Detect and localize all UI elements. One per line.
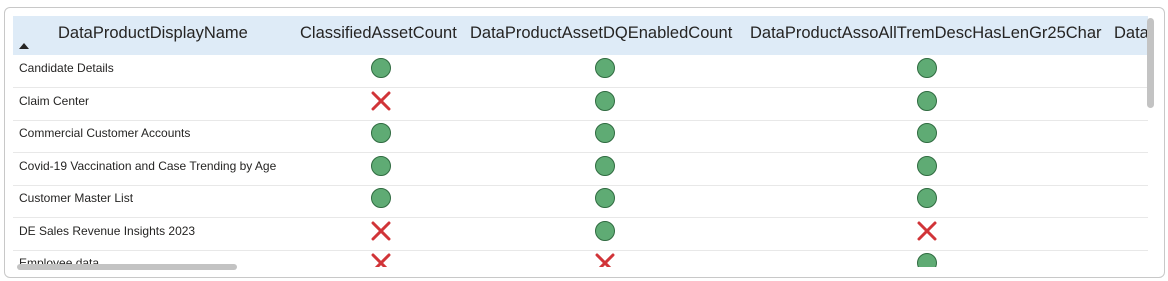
horizontal-scrollbar[interactable] xyxy=(17,264,237,270)
green-circle-icon xyxy=(595,220,615,241)
row-label: Covid-19 Vaccination and Case Trending b… xyxy=(19,158,277,173)
column-header-data[interactable]: Data xyxy=(1114,16,1149,55)
column-header-dataproductdisplayname[interactable]: DataProductDisplayName xyxy=(58,16,248,55)
table-row[interactable]: Covid-19 Vaccination and Case Trending b… xyxy=(13,153,1148,186)
status-cell xyxy=(369,218,395,250)
red-x-icon xyxy=(371,253,391,267)
green-circle-icon xyxy=(595,123,615,143)
green-circle-icon xyxy=(917,188,937,208)
status-cell xyxy=(369,55,395,87)
green-circle-icon xyxy=(917,90,937,111)
status-cell xyxy=(369,153,395,185)
green-circle-icon xyxy=(595,155,615,176)
status-cell xyxy=(369,185,395,217)
status-cell xyxy=(915,185,941,217)
table-header: DataProductDisplayName ClassifiedAssetCo… xyxy=(13,16,1149,55)
table-row[interactable]: DE Sales Revenue Insights 2023 xyxy=(13,218,1148,251)
status-cell xyxy=(369,88,395,120)
status-cell xyxy=(593,120,619,152)
red-x-icon xyxy=(595,253,615,267)
row-label: Candidate Details xyxy=(19,61,114,75)
status-cell xyxy=(593,250,619,267)
table-row[interactable]: Claim Center xyxy=(13,88,1148,121)
green-circle-icon xyxy=(917,123,937,143)
green-circle-icon xyxy=(371,188,391,208)
vertical-scrollbar[interactable] xyxy=(1147,18,1154,108)
green-circle-icon xyxy=(371,58,391,78)
status-cell xyxy=(369,250,395,267)
row-label: Commercial Customer Accounts xyxy=(19,126,191,140)
status-cell xyxy=(593,55,619,87)
status-cell xyxy=(593,218,619,250)
green-circle-icon xyxy=(371,123,391,143)
table-visual: DataProductDisplayName ClassifiedAssetCo… xyxy=(4,7,1165,278)
status-cell xyxy=(593,185,619,217)
row-label: Claim Center xyxy=(19,93,90,108)
table-row[interactable]: Commercial Customer Accounts xyxy=(13,120,1148,153)
status-cell xyxy=(369,120,395,152)
status-cell xyxy=(915,120,941,152)
red-x-icon xyxy=(917,221,937,240)
row-label: Customer Master List xyxy=(19,191,134,205)
green-circle-icon xyxy=(917,58,937,78)
table-body: Candidate Details Claim Center Commercial … xyxy=(13,55,1148,267)
green-circle-icon xyxy=(595,90,615,111)
table-row[interactable]: Customer Master List xyxy=(13,185,1148,218)
sort-ascending-icon[interactable] xyxy=(19,43,29,49)
table-row[interactable]: Candidate Details xyxy=(13,55,1148,88)
green-circle-icon xyxy=(595,188,615,208)
column-header-classifiedassetcount[interactable]: ClassifiedAssetCount xyxy=(300,16,457,55)
status-cell xyxy=(915,218,941,250)
status-cell xyxy=(593,153,619,185)
red-x-icon xyxy=(371,91,391,110)
row-label: DE Sales Revenue Insights 2023 xyxy=(19,223,196,238)
status-cell xyxy=(593,88,619,120)
green-circle-icon xyxy=(371,155,391,176)
status-cell xyxy=(915,153,941,185)
red-x-icon xyxy=(371,221,391,240)
green-circle-icon xyxy=(917,155,937,176)
column-header-dataproductassetdqenabledcount[interactable]: DataProductAssetDQEnabledCount xyxy=(470,16,732,55)
green-circle-icon xyxy=(595,58,615,78)
status-cell xyxy=(915,55,941,87)
status-cell xyxy=(915,250,941,267)
status-cell xyxy=(915,88,941,120)
green-circle-icon xyxy=(917,253,937,267)
column-header-dataproductassoalltremdeschaslengr25char[interactable]: DataProductAssoAllTremDescHasLenGr25Char xyxy=(750,16,1102,55)
